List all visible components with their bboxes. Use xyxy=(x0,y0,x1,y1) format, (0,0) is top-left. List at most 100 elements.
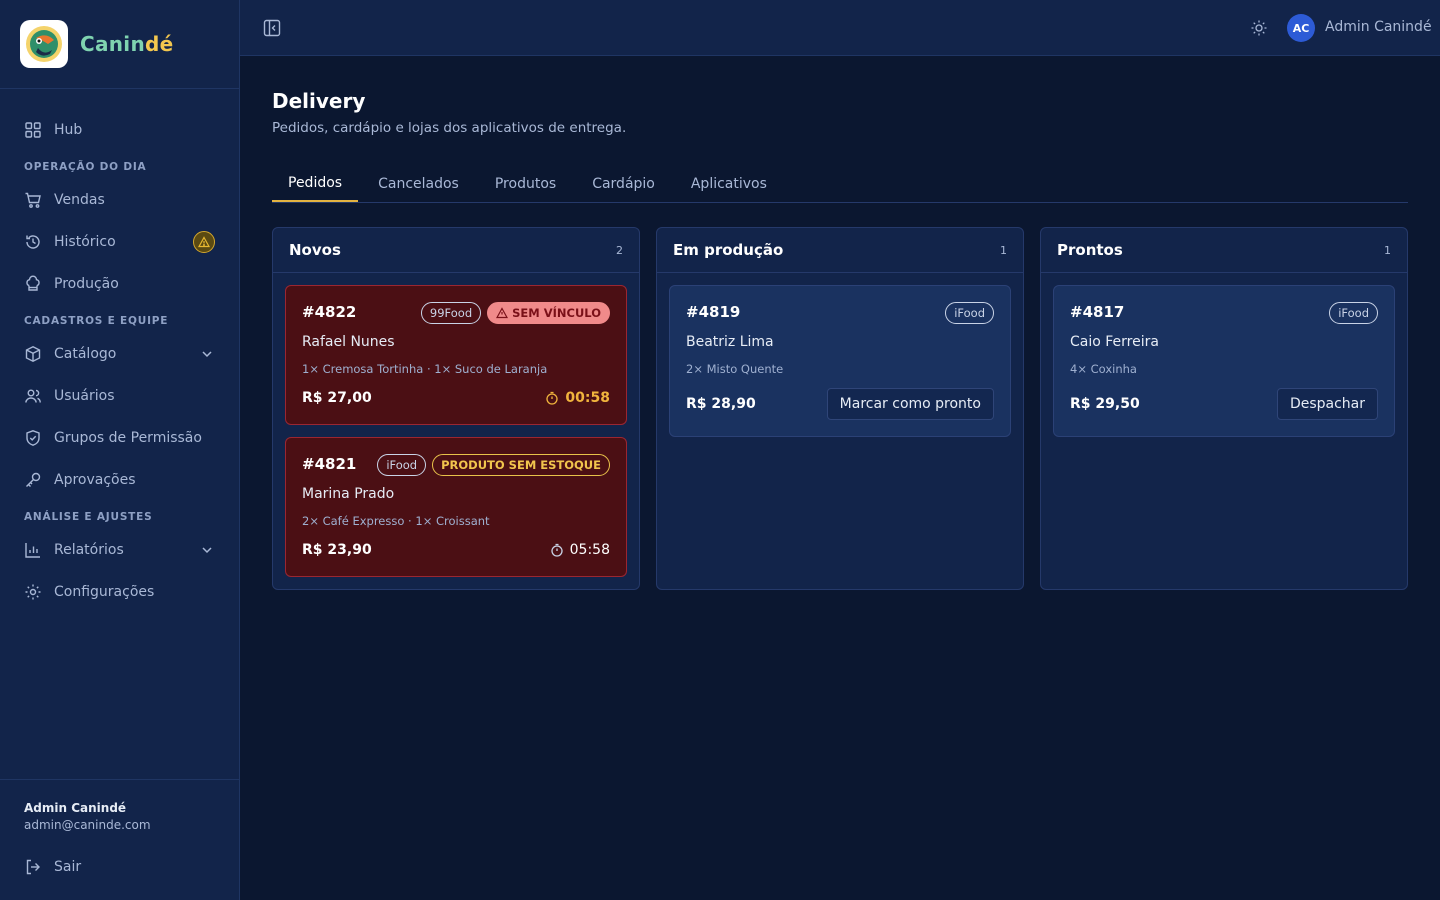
column-count: 2 xyxy=(616,243,623,257)
tabs: Pedidos Cancelados Produtos Cardápio Apl… xyxy=(272,166,1408,203)
sidebar-item-label: Hub xyxy=(54,122,83,138)
order-card[interactable]: #4817 iFood Caio Ferreira 4× Coxinha R$ … xyxy=(1053,285,1395,437)
sidebar-footer: Admin Canindé admin@caninde.com Sair xyxy=(0,779,239,900)
order-id: #4819 xyxy=(686,303,741,321)
sidebar-item-historico[interactable]: Histórico xyxy=(0,221,239,263)
section-label-analise: ANÁLISE E AJUSTES xyxy=(24,511,153,523)
order-price: R$ 27,00 xyxy=(302,390,372,406)
sidebar-toggle-icon[interactable] xyxy=(262,18,282,38)
page-subtitle: Pedidos, cardápio e lojas dos aplicativo… xyxy=(272,120,627,136)
customer-name: Rafael Nunes xyxy=(302,334,395,350)
sidebar-item-usuarios[interactable]: Usuários xyxy=(0,375,239,417)
tab-aplicativos[interactable]: Aplicativos xyxy=(675,166,783,202)
sidebar-item-configuracoes[interactable]: Configurações xyxy=(0,571,239,613)
order-card[interactable]: #4819 iFood Beatriz Lima 2× Misto Quente… xyxy=(669,285,1011,437)
sidebar-item-vendas[interactable]: Vendas xyxy=(0,179,239,221)
bar-chart-icon xyxy=(24,541,42,559)
order-items: 1× Cremosa Tortinha · 1× Suco de Laranja xyxy=(302,362,548,376)
page-title: Delivery xyxy=(272,89,366,113)
key-icon xyxy=(24,471,42,489)
avatar[interactable]: AC xyxy=(1287,14,1315,42)
sidebar-user-email: admin@caninde.com xyxy=(24,818,151,832)
logout-label: Sair xyxy=(54,859,82,875)
warning-icon xyxy=(193,231,215,253)
sidebar-item-label: Vendas xyxy=(54,192,105,208)
column-em-producao: Em produção 1 #4819 iFood Beatriz Lima 2… xyxy=(656,227,1024,590)
gear-icon xyxy=(24,583,42,601)
column-count: 1 xyxy=(1000,243,1007,257)
dispatch-button[interactable]: Despachar xyxy=(1276,388,1378,420)
chevron-down-icon[interactable] xyxy=(199,346,215,362)
column-prontos: Prontos 1 #4817 iFood Caio Ferreira 4× C… xyxy=(1040,227,1408,590)
tab-cancelados[interactable]: Cancelados xyxy=(362,166,475,202)
topbar-user-name[interactable]: Admin Canindé xyxy=(1325,19,1432,35)
grid-icon xyxy=(24,121,42,139)
tab-cardapio[interactable]: Cardápio xyxy=(576,166,671,202)
mark-ready-button[interactable]: Marcar como pronto xyxy=(826,388,994,420)
users-icon xyxy=(24,387,42,405)
sidebar-nav: Hub OPERAÇÃO DO DIA Vendas Histórico Pro… xyxy=(0,89,239,613)
sidebar-item-label: Usuários xyxy=(54,388,115,404)
sidebar-item-relatorios[interactable]: Relatórios xyxy=(0,529,239,571)
order-timer: 05:58 xyxy=(550,542,610,558)
logout-icon xyxy=(26,859,40,875)
section-label-operacao: OPERAÇÃO DO DIA xyxy=(24,161,147,173)
order-id: #4822 xyxy=(302,303,357,321)
column-title: Novos xyxy=(289,241,341,259)
sidebar-item-aprovacoes[interactable]: Aprovações xyxy=(0,459,239,501)
column-header: Novos 2 xyxy=(273,228,639,273)
sidebar-item-grupos[interactable]: Grupos de Permissão xyxy=(0,417,239,459)
platform-badge: iFood xyxy=(945,302,994,324)
chef-hat-icon xyxy=(24,275,42,293)
sidebar-user-name: Admin Canindé xyxy=(24,801,127,815)
order-items: 2× Café Expresso · 1× Croissant xyxy=(302,514,490,528)
sidebar-item-label: Grupos de Permissão xyxy=(54,430,202,446)
order-items: 2× Misto Quente xyxy=(686,362,784,376)
chevron-down-icon[interactable] xyxy=(199,542,215,558)
sun-icon[interactable] xyxy=(1250,19,1268,37)
topbar: AC Admin Canindé xyxy=(240,0,1440,56)
tab-pedidos[interactable]: Pedidos xyxy=(272,166,359,202)
box-icon xyxy=(24,345,42,363)
column-header: Em produção 1 xyxy=(657,228,1023,273)
brand-name: Canindé xyxy=(80,32,174,56)
sidebar: Canindé Hub OPERAÇÃO DO DIA Vendas Histó… xyxy=(0,0,240,900)
sidebar-item-producao[interactable]: Produção xyxy=(0,263,239,305)
order-timer: 00:58 xyxy=(545,390,610,406)
order-price: R$ 23,90 xyxy=(302,542,372,558)
logout-button[interactable]: Sair xyxy=(24,858,81,876)
cart-icon xyxy=(24,191,42,209)
sidebar-item-label: Relatórios xyxy=(54,542,124,558)
shield-icon xyxy=(24,429,42,447)
platform-badge: 99Food xyxy=(420,302,482,324)
history-icon xyxy=(24,233,42,251)
sidebar-item-hub[interactable]: Hub xyxy=(0,109,239,151)
customer-name: Caio Ferreira xyxy=(1070,334,1159,350)
order-card[interactable]: #4822 99Food SEM VÍNCULO Rafael Nunes 1×… xyxy=(285,285,627,425)
column-novos: Novos 2 #4822 99Food SEM VÍNCULO Rafael … xyxy=(272,227,640,590)
brand-logo xyxy=(20,20,68,68)
platform-badge: iFood xyxy=(1329,302,1378,324)
timer-icon xyxy=(546,391,559,405)
brand[interactable]: Canindé xyxy=(0,0,239,89)
order-card[interactable]: #4821 iFood PRODUTO SEM ESTOQUE Marina P… xyxy=(285,437,627,577)
timer-value: 00:58 xyxy=(565,390,610,406)
sidebar-item-catalogo[interactable]: Catálogo xyxy=(0,333,239,375)
sidebar-item-label: Configurações xyxy=(54,584,155,600)
sidebar-item-label: Aprovações xyxy=(54,472,136,488)
timer-value: 05:58 xyxy=(569,542,610,558)
customer-name: Marina Prado xyxy=(302,486,395,502)
order-price: R$ 28,90 xyxy=(686,396,756,412)
order-id: #4817 xyxy=(1070,303,1125,321)
section-label-cadastros: CADASTROS E EQUIPE xyxy=(24,315,169,327)
status-badge: PRODUTO SEM ESTOQUE xyxy=(432,454,610,476)
order-price: R$ 29,50 xyxy=(1070,396,1140,412)
tab-produtos[interactable]: Produtos xyxy=(479,166,572,202)
status-badge: SEM VÍNCULO xyxy=(487,302,610,324)
sidebar-item-label: Produção xyxy=(54,276,119,292)
customer-name: Beatriz Lima xyxy=(686,334,774,350)
column-title: Prontos xyxy=(1057,241,1123,259)
column-count: 1 xyxy=(1384,243,1391,257)
order-id: #4821 xyxy=(302,455,357,473)
order-items: 4× Coxinha xyxy=(1070,362,1137,376)
